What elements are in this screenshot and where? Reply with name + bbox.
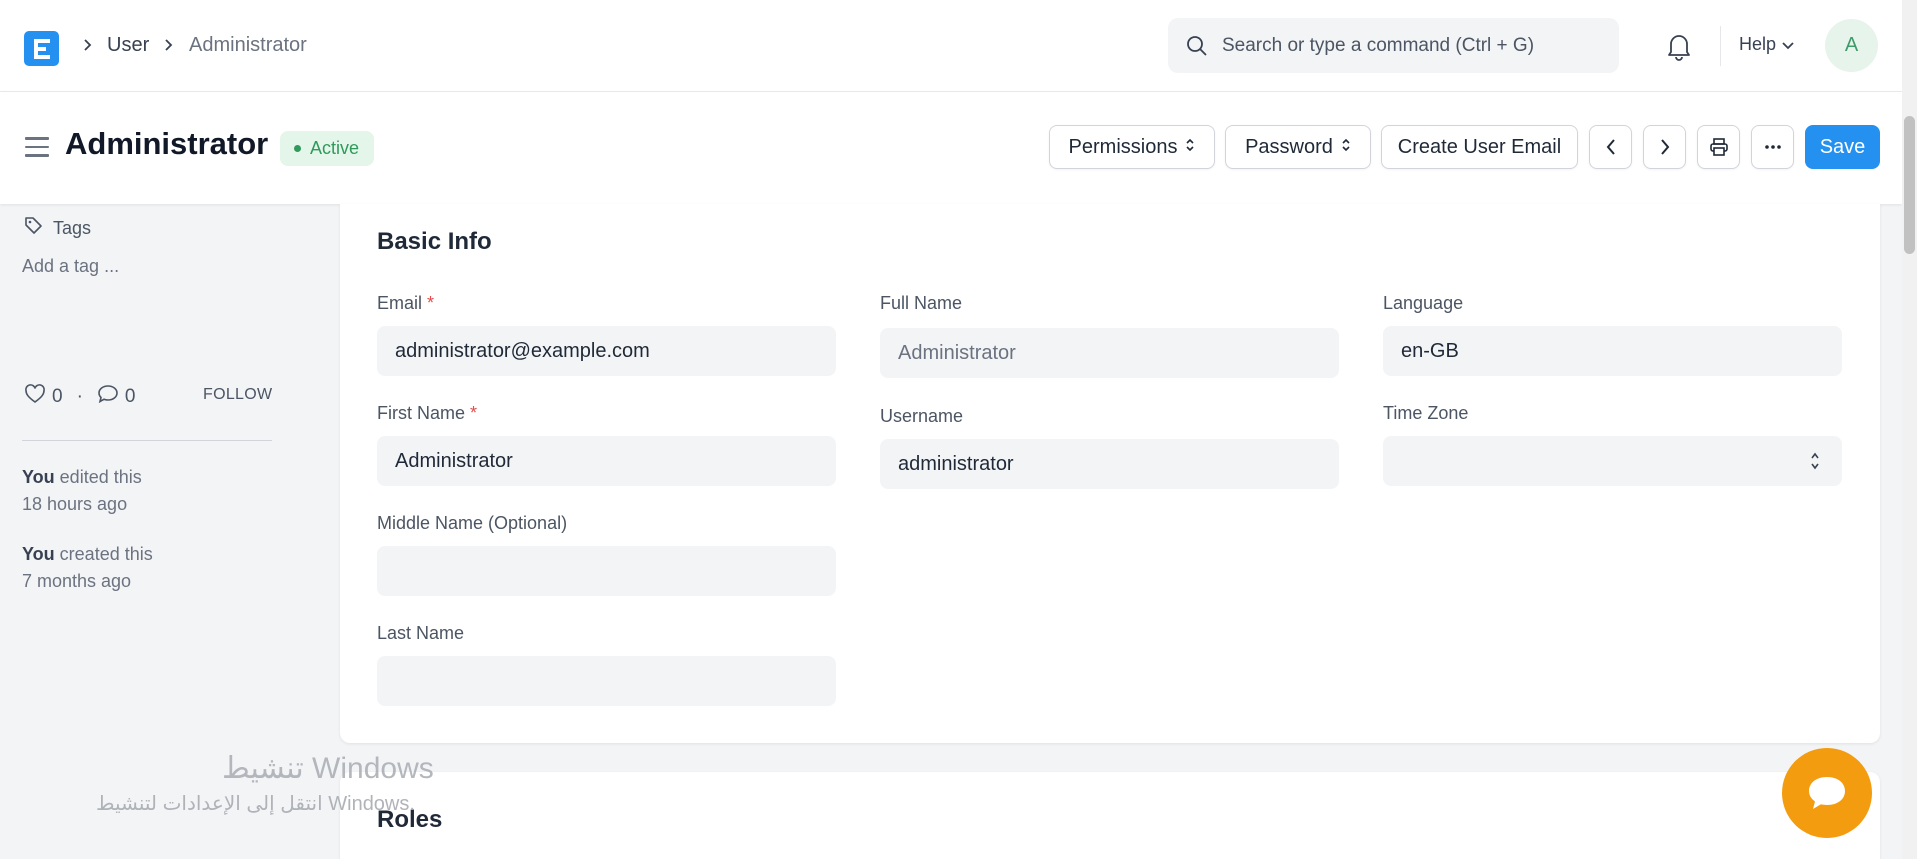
middle-name-field[interactable] [377,546,836,596]
email-label-text: Email [377,293,423,313]
help-dropdown[interactable]: Help [1739,34,1794,55]
username-field[interactable] [880,439,1339,489]
sidebar-toggle-icon[interactable] [25,137,49,157]
password-label: Password [1245,135,1333,158]
email-label: Email * [377,293,434,314]
printer-icon [1709,138,1728,156]
activity-item: You created this 7 months ago [22,541,153,595]
basic-info-section: Basic Info Email * First Name * Middle N… [340,204,1880,743]
first-name-label-text: First Name [377,403,466,423]
breadcrumb-user[interactable]: User [107,33,149,57]
bell-icon[interactable] [1666,31,1692,61]
scrollbar-thumb[interactable] [1904,116,1915,254]
chevron-right-icon [1660,139,1669,155]
status-label: Active [310,138,360,158]
password-button[interactable]: Password [1225,125,1371,169]
chat-bubble-icon [1809,777,1845,809]
social-stats: 0 · 0 [24,384,135,410]
activity-time: 18 hours ago [22,494,128,514]
time-zone-select[interactable] [1383,436,1842,486]
status-badge: Active [280,131,375,166]
activity-action: created this [54,544,153,564]
help-label: Help [1739,34,1777,54]
middle-name-label: Middle Name (Optional) [377,513,568,533]
chevron-down-icon [1782,34,1794,55]
more-actions-button[interactable] [1751,125,1794,169]
activity-action: edited this [54,467,142,487]
chevron-right-icon [80,33,94,57]
erpnext-logo-icon [33,38,50,59]
first-name-label: First Name * [377,403,477,424]
avatar[interactable]: A [1825,19,1878,72]
heart-icon[interactable] [24,384,46,410]
last-name-field[interactable] [377,656,836,706]
activity-item: You edited this 18 hours ago [22,464,142,518]
comment-icon[interactable] [97,384,119,410]
full-name-field [880,328,1339,378]
tag-icon [24,216,43,240]
tags-label: Tags [53,217,92,238]
add-tag-link[interactable]: Add a tag ... [22,256,119,277]
permissions-button[interactable]: Permissions [1049,125,1215,169]
search-input[interactable] [1222,28,1602,63]
first-name-field[interactable] [377,436,836,486]
navbar-divider [1720,26,1721,66]
tags-header: Tags [24,216,91,240]
language-field[interactable] [1383,326,1842,376]
activity-actor: You [22,467,55,487]
time-zone-label: Time Zone [1383,403,1469,423]
roles-section: Roles [340,772,1880,859]
page-header: Administrator Active Permissions Passwor… [0,92,1902,204]
section-title-basic-info: Basic Info [377,228,492,255]
select-arrows-icon [1810,450,1820,477]
breadcrumb-administrator[interactable]: Administrator [189,33,307,57]
permissions-label: Permissions [1068,135,1178,158]
windows-activation-watermark-title: تنشيط Windows [222,752,434,785]
save-button[interactable]: Save [1805,125,1880,169]
username-label: Username [880,406,964,426]
required-marker: * [427,293,435,313]
awesomebar-search[interactable] [1168,18,1619,73]
chevron-left-icon [1606,139,1615,155]
more-horizontal-icon [1764,145,1781,149]
next-record-button[interactable] [1643,125,1686,169]
follow-button[interactable]: FOLLOW [203,386,272,404]
previous-record-button[interactable] [1589,125,1632,169]
search-icon [1186,35,1208,62]
sidebar-divider [22,440,272,441]
create-user-email-button[interactable]: Create User Email [1381,125,1578,169]
select-arrows-icon [1341,136,1351,159]
comments-count: 0 [124,386,136,407]
email-field[interactable] [377,326,836,376]
full-name-label: Full Name [880,293,963,313]
windows-activation-watermark-subtitle: انتقل إلى الإعدادات لتنشيط Windows. [96,793,415,815]
status-dot-icon [294,145,301,152]
select-arrows-icon [1185,136,1195,159]
activity-time: 7 months ago [22,571,132,591]
chevron-right-icon [161,33,175,57]
required-marker: * [470,403,478,423]
app-logo[interactable] [24,31,59,66]
language-label: Language [1383,293,1464,313]
print-button[interactable] [1697,125,1740,169]
page-title: Administrator [65,126,269,161]
likes-count: 0 [52,386,63,407]
navbar: User Administrator Help A [0,0,1902,92]
chat-widget-button[interactable] [1782,748,1872,838]
separator-dot: · [76,386,83,407]
last-name-label: Last Name [377,623,465,643]
activity-actor: You [22,544,55,564]
